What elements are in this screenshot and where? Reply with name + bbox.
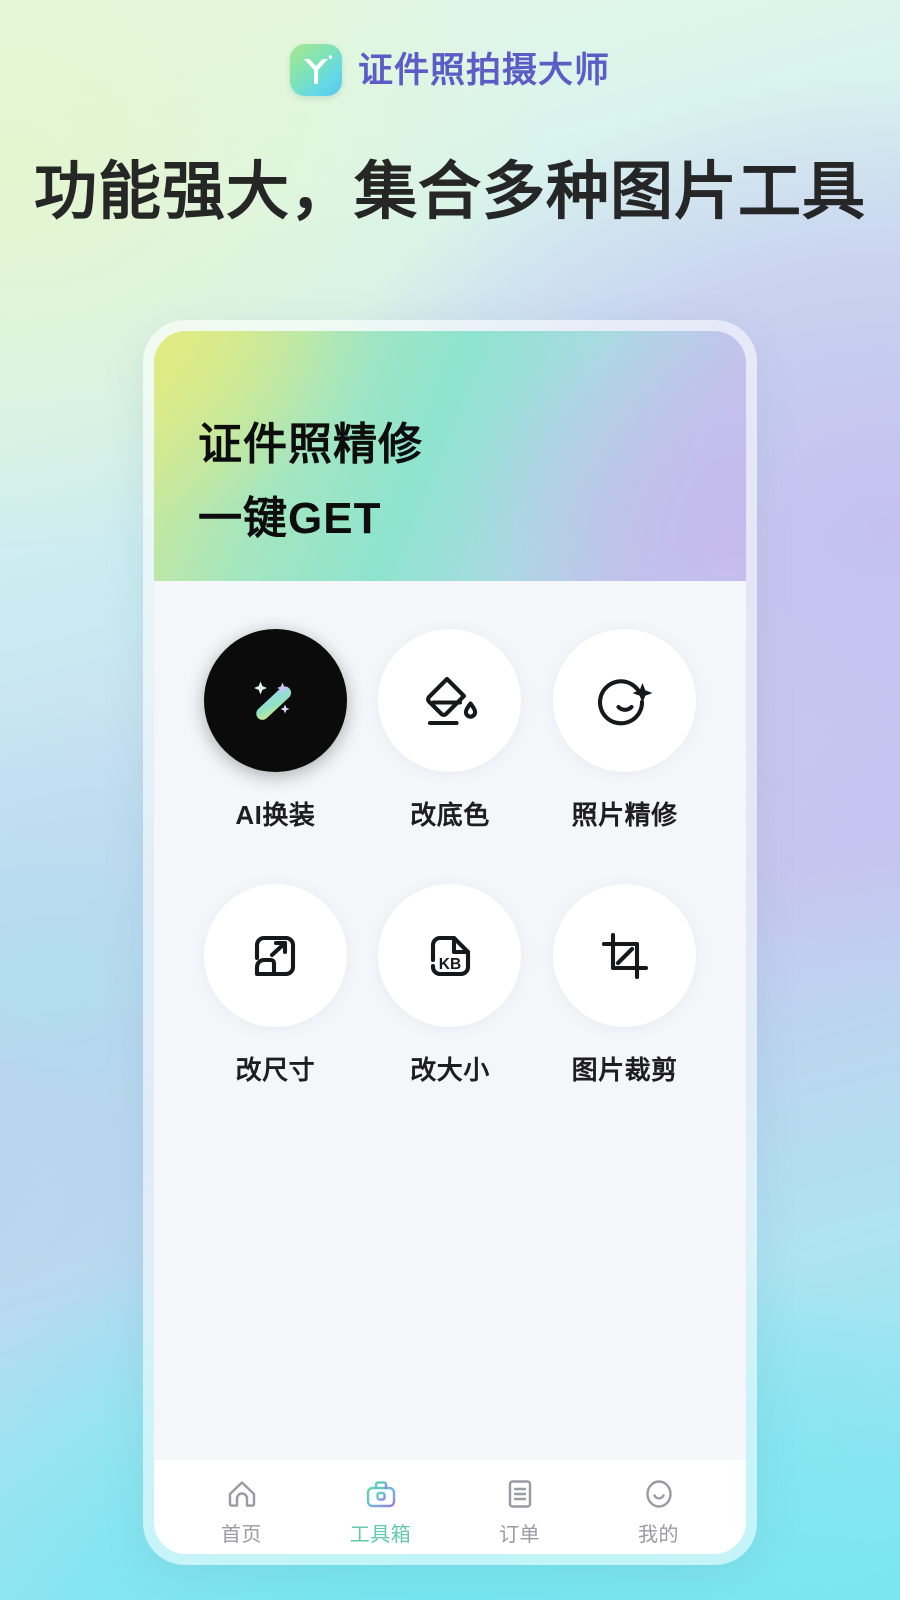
promo-page: 证件照拍摄大师 功能强大，集合多种图片工具 证件照精修 一键GET AI换装 改…	[0, 0, 900, 1600]
tool-label: 改底色	[410, 800, 490, 830]
magic-wand-icon	[203, 629, 347, 772]
phone-screen: 证件照精修 一键GET AI换装 改底色 照片精修 改尺寸 KB 改大小 图片裁…	[154, 331, 746, 1554]
face-sparkle-icon	[553, 629, 697, 772]
hero-banner: 证件照精修 一键GET	[154, 331, 746, 581]
page-headline: 功能强大，集合多种图片工具	[34, 157, 866, 227]
profile-icon	[642, 1477, 676, 1511]
toolbox-icon	[364, 1477, 398, 1511]
app-title: 证件照拍摄大师	[357, 50, 610, 90]
hero-title-line2: 一键GET	[198, 493, 382, 543]
phone-frame: 证件照精修 一键GET AI换装 改底色 照片精修 改尺寸 KB 改大小 图片裁…	[143, 320, 757, 1565]
tool-item-photo-retouch[interactable]: 照片精修	[537, 629, 712, 832]
order-icon	[503, 1477, 537, 1511]
tool-label: 图片裁剪	[571, 1055, 678, 1085]
hero-title-line1: 证件照精修	[198, 420, 423, 469]
tool-item-crop[interactable]: 图片裁剪	[537, 884, 712, 1087]
tools-grid: AI换装 改底色 照片精修 改尺寸 KB 改大小 图片裁剪	[154, 581, 746, 1459]
tool-item-change-background[interactable]: 改底色	[363, 629, 538, 832]
tab-label: 我的	[638, 1524, 679, 1546]
tool-label: 改大小	[410, 1055, 490, 1085]
resize-icon	[203, 884, 347, 1027]
tab-label: 订单	[499, 1524, 540, 1546]
home-icon	[225, 1477, 259, 1511]
file-kb-icon: KB	[378, 884, 522, 1027]
tab-profile[interactable]: 我的	[589, 1477, 728, 1547]
tool-label: 照片精修	[571, 800, 678, 830]
paint-bucket-icon	[378, 629, 522, 772]
crop-icon	[553, 884, 697, 1027]
tab-home[interactable]: 首页	[172, 1477, 311, 1547]
tool-label: 改尺寸	[235, 1055, 316, 1085]
tab-label: 工具箱	[349, 1524, 412, 1546]
tool-item-change-size[interactable]: 改尺寸	[188, 884, 363, 1087]
brand-header: 证件照拍摄大师	[0, 44, 900, 96]
tab-toolbox[interactable]: 工具箱	[311, 1477, 450, 1547]
bottom-tab-bar: 首页 工具箱 订单 我的	[154, 1459, 746, 1554]
file-kb-text: KB	[439, 956, 461, 973]
tab-orders[interactable]: 订单	[450, 1477, 589, 1547]
tool-item-ai-outfit[interactable]: AI换装	[188, 629, 363, 832]
app-logo-icon	[289, 44, 342, 96]
tool-label: AI换装	[235, 800, 316, 830]
tab-label: 首页	[221, 1524, 262, 1546]
tool-item-change-filesize[interactable]: KB 改大小	[363, 884, 538, 1087]
